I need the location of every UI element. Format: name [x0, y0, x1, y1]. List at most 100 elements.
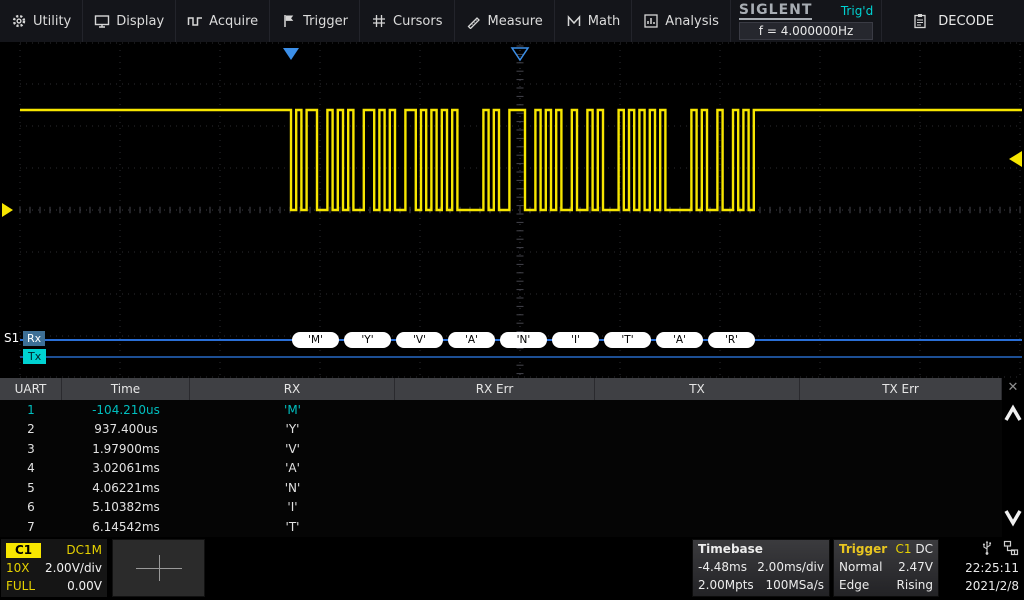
trigger-state-label: Trig'd [841, 4, 873, 18]
table-row[interactable]: 76.14542ms'T' [0, 517, 1002, 537]
table-cell: 'N' [190, 478, 395, 498]
table-cell [800, 439, 1002, 459]
timebase-delay: -4.48ms [698, 560, 747, 574]
table-cell: 2 [0, 420, 62, 440]
table-cell [595, 478, 800, 498]
table-cell: 'T' [190, 517, 395, 537]
timebase-title: Timebase [698, 542, 763, 556]
decoded-byte-bubble: 'N' [500, 332, 547, 348]
menu-item-label: Analysis [665, 14, 719, 29]
trigger-level: 2.47V [898, 560, 933, 574]
table-cell: 5.10382ms [62, 498, 190, 518]
scroll-up-button[interactable] [1003, 402, 1023, 430]
siglent-logo: SIGLENT [739, 2, 813, 20]
usb-icon[interactable] [980, 540, 994, 560]
decoded-byte-bubble: 'A' [448, 332, 495, 348]
column-header: Time [62, 378, 190, 400]
table-right-rail: ✕ [1002, 378, 1024, 537]
analysis-icon [643, 13, 659, 29]
math-icon [566, 13, 582, 29]
menu-item-measure[interactable]: Measure [455, 0, 555, 42]
trigger-title: Trigger [839, 542, 887, 556]
oscilloscope-screen: UtilityDisplayAcquireTriggerCursorsMeasu… [0, 0, 1024, 600]
bus-tx-label[interactable]: Tx [23, 349, 46, 364]
menu-item-trigger[interactable]: Trigger [270, 0, 360, 42]
menu-bar: Utility Display Acquire TriggerCursors Measu… [0, 0, 731, 42]
bus-rx-label[interactable]: Rx [23, 331, 45, 346]
column-header: TX [595, 378, 800, 400]
column-header: TX Err [800, 378, 1002, 400]
table-cell: 4 [0, 459, 62, 479]
channel1-coupling: DC1M [66, 543, 102, 557]
table-cell: 6 [0, 498, 62, 518]
table-row[interactable]: 1-104.210us'M' [0, 400, 1002, 420]
table-row[interactable]: 31.97900ms'V' [0, 439, 1002, 459]
channel1-status[interactable]: C1 DC1M 10X 2.00V/div FULL 0.00V [1, 539, 107, 597]
trigger-level-marker[interactable] [1009, 151, 1022, 167]
display-icon [94, 13, 110, 29]
frequency-counter: f = 4.000000Hz [739, 22, 873, 40]
trigger-mode: Normal [839, 560, 882, 574]
menu-item-display[interactable]: Display [83, 0, 176, 42]
decoded-byte-bubble: 'M' [292, 332, 339, 348]
table-cell [395, 459, 595, 479]
menu-item-label: Math [588, 14, 621, 29]
table-cell [595, 439, 800, 459]
table-row[interactable]: 2937.400us'Y' [0, 420, 1002, 440]
menu-item-math[interactable]: Math [555, 0, 633, 42]
table-cell: -104.210us [62, 400, 190, 420]
table-cell [395, 400, 595, 420]
table-cell [800, 517, 1002, 537]
table-cell: 1.97900ms [62, 439, 190, 459]
menu-item-label: Measure [488, 14, 543, 29]
decoded-byte-bubble: 'I' [552, 332, 599, 348]
menu-item-analysis[interactable]: Analysis [632, 0, 731, 42]
bus-label: S1 [4, 331, 19, 346]
table-cell: 4.06221ms [62, 478, 190, 498]
table-row[interactable]: 54.06221ms'N' [0, 478, 1002, 498]
table-cell [595, 517, 800, 537]
channel1-bandwidth: FULL [6, 579, 35, 593]
trigger-type: Edge [839, 578, 869, 592]
navigation-pad[interactable] [112, 539, 205, 597]
table-row[interactable]: 43.02061ms'A' [0, 459, 1002, 479]
channel1-offset-marker[interactable] [2, 203, 13, 217]
table-cell [595, 459, 800, 479]
menu-item-cursors[interactable]: Cursors [360, 0, 455, 42]
timebase-points: 2.00Mpts [698, 578, 754, 592]
decoded-byte-bubble: 'A' [656, 332, 703, 348]
menu-item-label: Acquire [209, 14, 258, 29]
close-icon[interactable]: ✕ [1008, 380, 1019, 396]
menu-item-utility[interactable]: Utility [0, 0, 83, 42]
top-menu-bar: Utility Display Acquire TriggerCursors Measu… [0, 0, 1024, 43]
table-cell [800, 478, 1002, 498]
trigger-source: C1 [896, 542, 912, 556]
timebase-panel[interactable]: Timebase -4.48ms 2.00ms/div 2.00Mpts 100… [692, 539, 830, 597]
trigger-panel[interactable]: Trigger C1 DC Normal 2.47V Edge Rising [833, 539, 939, 597]
decode-button-label: DECODE [938, 14, 994, 29]
table-cell: 1 [0, 400, 62, 420]
network-icon[interactable] [1003, 540, 1019, 560]
trigger-coupling: DC [915, 542, 933, 556]
decode-table-body: 1-104.210us'M'2937.400us'Y'31.97900ms'V'… [0, 400, 1024, 537]
crosshair-icon [136, 555, 182, 581]
table-cell: 'A' [190, 459, 395, 479]
date: 2021/2/8 [941, 577, 1023, 595]
status-bar: C1 DC1M 10X 2.00V/div FULL 0.00V Timebas… [0, 537, 1024, 600]
table-row[interactable]: 65.10382ms'I' [0, 498, 1002, 518]
table-cell: 3 [0, 439, 62, 459]
waveform-display[interactable]: S1 Rx Tx 'M''Y''V''A''N''I''T''A''R' [0, 42, 1024, 378]
cursors-icon [371, 13, 387, 29]
table-cell: 3.02061ms [62, 459, 190, 479]
graticule-grid [20, 43, 1022, 377]
table-cell [595, 498, 800, 518]
menu-item-label: Utility [33, 14, 71, 29]
decode-button[interactable]: DECODE [881, 0, 1024, 42]
timebase-samplerate: 100MSa/s [765, 578, 824, 592]
scroll-down-button[interactable] [1003, 505, 1023, 533]
trigger-position-marker[interactable] [283, 48, 299, 60]
acquire-icon [187, 13, 203, 29]
clock: 22:25:11 [941, 559, 1023, 577]
menu-item-acquire[interactable]: Acquire [176, 0, 270, 42]
table-cell [800, 459, 1002, 479]
